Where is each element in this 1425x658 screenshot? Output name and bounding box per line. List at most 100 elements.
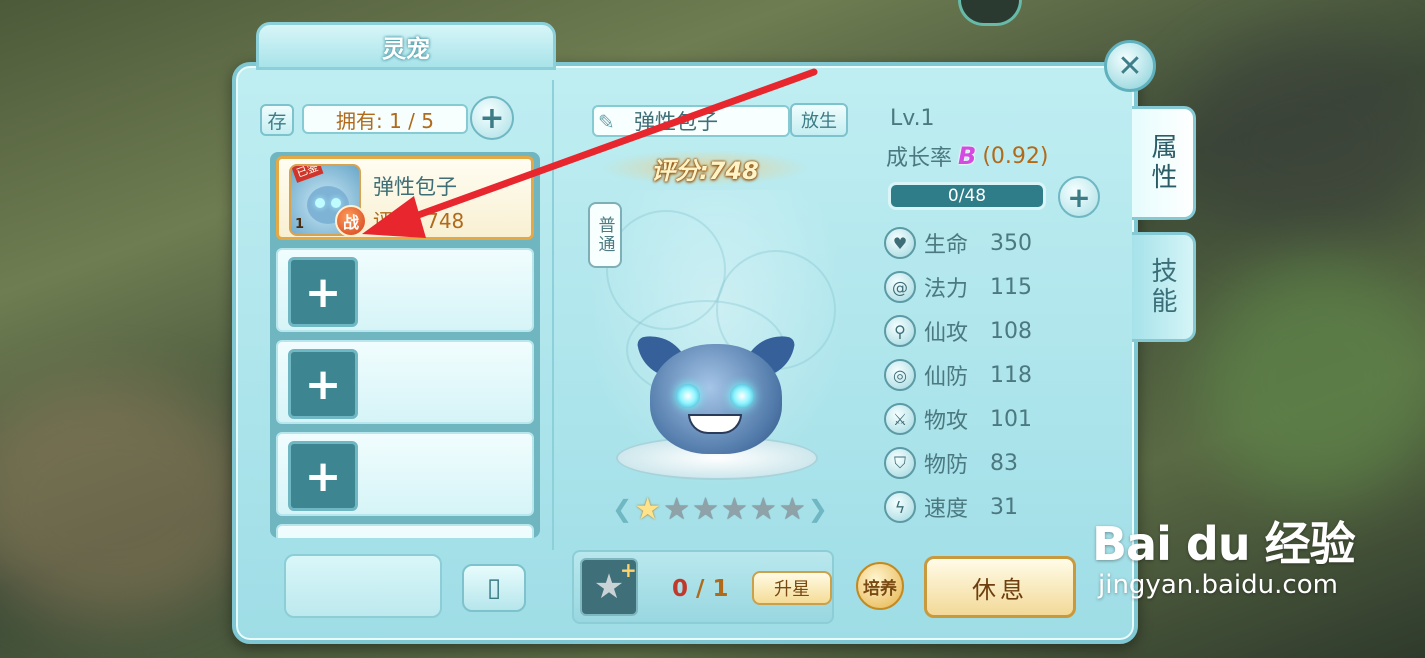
release-button[interactable]: 放生 xyxy=(790,103,848,137)
star-icon: ★ xyxy=(778,491,806,527)
stat-value: 31 xyxy=(990,494,1018,520)
wand-icon: ⚲ xyxy=(884,315,916,347)
scroll-icon: ▯ xyxy=(486,573,502,603)
stat-label: 仙防 xyxy=(924,365,969,390)
shield-icon: ⛉ xyxy=(884,447,916,479)
stat-label: 法力 xyxy=(924,277,969,302)
stat-row: ϟ 速度 31 xyxy=(884,490,1018,524)
store-label: 存 xyxy=(267,110,287,133)
heart-icon: ♥ xyxy=(884,227,916,259)
stat-label: 生命 xyxy=(924,233,969,258)
stat-row: ◎ 仙防 118 xyxy=(884,358,1032,392)
lightning-icon: ϟ xyxy=(884,491,916,523)
star-rating: ❮ ★ ★ ★ ★ ★ ★ ❯ xyxy=(594,490,846,528)
stat-value: 83 xyxy=(990,450,1018,476)
star-up-button[interactable]: 升星 xyxy=(752,571,832,605)
sword-icon: ⚔ xyxy=(884,403,916,435)
stat-row: ⚔ 物攻 101 xyxy=(884,402,1032,436)
pet-list-score: 评分: 748 xyxy=(373,209,465,233)
stat-label: 物攻 xyxy=(924,409,969,434)
pet-level-badge: 1 xyxy=(295,217,305,232)
stat-row: @ 法力 115 xyxy=(884,270,1032,304)
star-icon: ★ xyxy=(663,491,691,527)
pet-list-item[interactable]: 已鉴 1 战 弹性包子 评分: 748 xyxy=(276,156,534,240)
background-ground xyxy=(0,380,260,620)
watermark-brand: Bai du 经验 xyxy=(1092,517,1356,571)
item-add-icon[interactable]: + xyxy=(620,558,637,582)
stat-label: 物防 xyxy=(924,453,969,478)
plus-icon: + xyxy=(479,100,505,136)
panel-title-tab: 灵宠 xyxy=(256,22,556,70)
pet-type-tag: 普通 xyxy=(588,202,622,268)
tab-skills[interactable]: 技能 xyxy=(1132,232,1196,342)
exp-text: 0/48 xyxy=(947,186,987,206)
stat-value: 101 xyxy=(990,406,1032,432)
appraised-ribbon: 已鉴 xyxy=(291,166,324,183)
add-exp-button[interactable]: + xyxy=(1058,176,1100,218)
item-max: 1 xyxy=(712,576,729,602)
empty-pet-slot[interactable]: + xyxy=(276,248,534,332)
pet-level: Lv.1 xyxy=(890,106,935,131)
growth-grade: B xyxy=(958,142,977,170)
plus-icon: + xyxy=(1067,180,1091,214)
growth-rate: 成长率 B (0.92) xyxy=(886,140,1048,172)
background-building xyxy=(1180,40,1425,240)
vortex-icon: ◎ xyxy=(884,359,916,391)
release-label: 放生 xyxy=(801,111,837,132)
tab-attributes-label: 属性 xyxy=(1147,133,1177,193)
panel-title: 灵宠 xyxy=(382,34,430,63)
cultivate-label: 培养 xyxy=(863,578,897,599)
column-divider xyxy=(552,80,554,550)
pencil-icon[interactable]: ✎ xyxy=(598,110,622,134)
battle-badge: 战 xyxy=(335,205,367,237)
rest-button[interactable]: 休息 xyxy=(924,556,1076,618)
pet-eye-right xyxy=(730,384,754,408)
baidu-watermark: Bai du 经验 jingyan.baidu.com xyxy=(1092,508,1356,600)
wing-left-icon: ❮ xyxy=(612,495,633,523)
stat-value: 350 xyxy=(990,230,1032,256)
stat-row: ⛉ 物防 83 xyxy=(884,446,1018,480)
pet-model[interactable] xyxy=(650,344,782,454)
scroll-button[interactable]: ▯ xyxy=(462,564,526,612)
wing-right-icon: ❯ xyxy=(807,495,828,523)
stat-value: 118 xyxy=(990,362,1032,388)
exp-bar: 0/48 xyxy=(888,182,1046,210)
left-bottom-box[interactable] xyxy=(284,554,442,618)
pet-eye-left xyxy=(676,384,700,408)
owned-count: 拥有: 1 / 5 xyxy=(302,104,468,134)
add-pet-icon: + xyxy=(288,349,358,419)
stat-label: 仙攻 xyxy=(924,321,969,346)
rest-label: 休息 xyxy=(972,575,1028,604)
background-trees xyxy=(1200,260,1425,500)
empty-pet-slot[interactable]: + xyxy=(276,340,534,424)
tab-skills-label: 技能 xyxy=(1147,257,1177,317)
pet-score: 评分:748 xyxy=(600,150,810,186)
close-button[interactable]: ✕ xyxy=(1104,40,1156,92)
add-slot-button[interactable]: + xyxy=(470,96,514,140)
top-gem-ornament xyxy=(958,0,1022,26)
add-pet-icon: + xyxy=(288,257,358,327)
star-icon: ★ xyxy=(721,491,748,527)
stars-container: ★ ★ ★ ★ ★ ★ xyxy=(634,492,805,527)
empty-pet-slot[interactable] xyxy=(276,524,534,538)
add-pet-icon: + xyxy=(288,441,358,511)
stat-row: ⚲ 仙攻 108 xyxy=(884,314,1032,348)
stat-value: 108 xyxy=(990,318,1032,344)
stat-label: 速度 xyxy=(924,497,969,522)
star-up-label: 升星 xyxy=(774,579,810,600)
growth-value: (0.92) xyxy=(982,143,1049,169)
pet-list: 已鉴 1 战 弹性包子 评分: 748 + + + xyxy=(270,152,540,538)
tab-attributes[interactable]: 属性 xyxy=(1132,106,1196,220)
star-icon: ★ xyxy=(692,491,719,527)
star-icon: ★ xyxy=(749,491,777,527)
stat-value: 115 xyxy=(990,274,1032,300)
star-stone-count: 0 / 1 xyxy=(672,576,729,602)
empty-pet-slot[interactable]: + xyxy=(276,432,534,516)
growth-label: 成长率 xyxy=(886,146,953,171)
watermark-url: jingyan.baidu.com xyxy=(1098,570,1338,600)
pet-list-name: 弹性包子 xyxy=(373,175,457,199)
store-button[interactable]: 存 xyxy=(260,104,294,136)
close-icon: ✕ xyxy=(1117,48,1143,84)
cultivate-button[interactable]: 培养 xyxy=(856,562,904,610)
item-current: 0 xyxy=(672,576,689,602)
